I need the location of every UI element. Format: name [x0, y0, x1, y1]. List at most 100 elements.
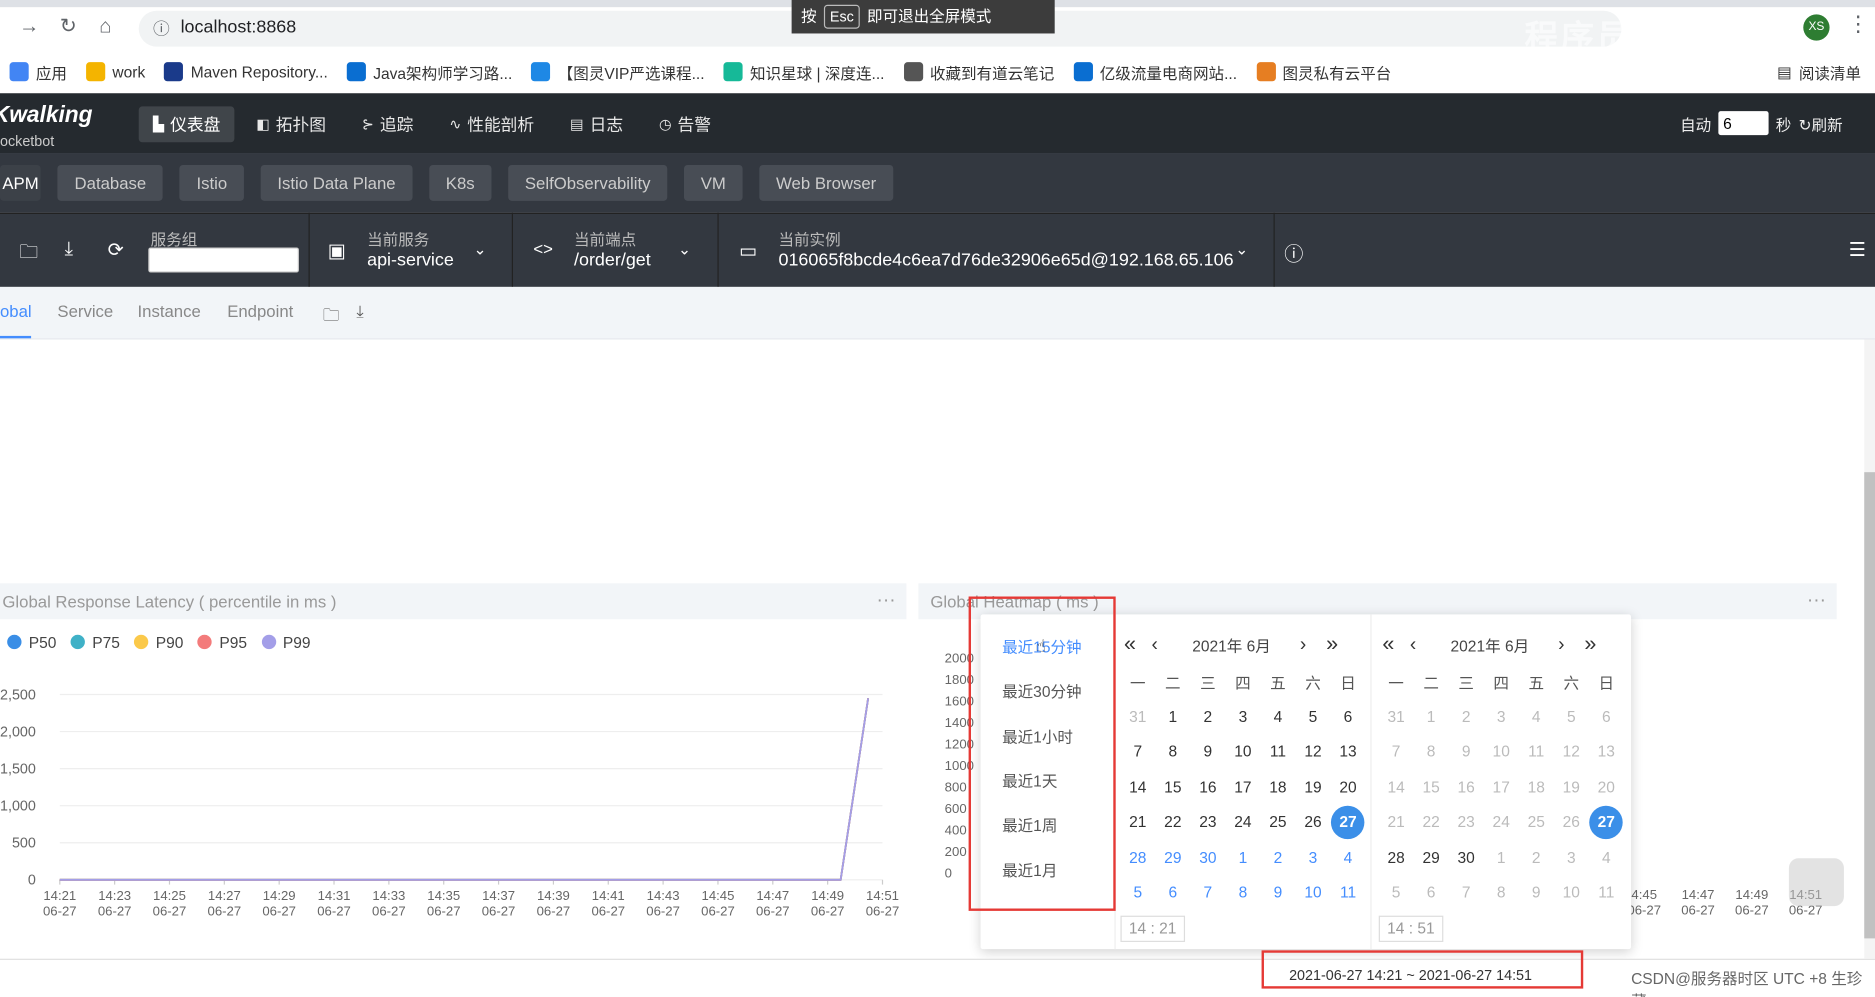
calendar-day[interactable]: 22	[1414, 805, 1449, 840]
current-endpoint-select[interactable]: 当前端点 /order/get	[574, 227, 651, 270]
info-icon[interactable]: ⓘ	[153, 17, 170, 41]
calendar-day[interactable]: 5	[1379, 875, 1414, 910]
calendar-day[interactable]: 2	[1519, 840, 1554, 875]
calendar-day[interactable]: 5	[1554, 699, 1589, 734]
refresh-button[interactable]: ↻刷新	[1799, 112, 1843, 135]
auto-interval-input[interactable]	[1718, 111, 1769, 136]
calendar-day[interactable]: 23	[1449, 805, 1484, 840]
calendar-day[interactable]: 14	[1120, 770, 1155, 805]
sync-icon[interactable]: ⟳	[108, 238, 124, 262]
layer-tab-selfobservability[interactable]: SelfObservability	[508, 164, 668, 201]
play-overlay-icon[interactable]	[1788, 858, 1844, 907]
calendar-day[interactable]: 16	[1449, 770, 1484, 805]
layer-tab-vm[interactable]: VM	[683, 164, 743, 201]
folder-icon[interactable]: 🗀	[19, 239, 38, 271]
legend-item[interactable]: P50	[7, 634, 56, 651]
layer-tab-web-browser[interactable]: Web Browser	[759, 164, 893, 201]
calendar-day[interactable]: 19	[1296, 770, 1331, 805]
calendar-day[interactable]: 8	[1484, 875, 1519, 910]
calendar-day[interactable]: 20	[1331, 770, 1366, 805]
scrollbar-thumb[interactable]	[1864, 472, 1875, 939]
calendar-day[interactable]: 3	[1226, 699, 1261, 734]
calendar-day[interactable]: 10	[1296, 875, 1331, 910]
forward-icon[interactable]: →	[19, 14, 39, 38]
calendar-day[interactable]: 11	[1261, 734, 1296, 769]
calendar-day[interactable]: 3	[1484, 699, 1519, 734]
bookmark-item[interactable]: Java架构师学习路...	[346, 60, 512, 83]
info-icon[interactable]: ⓘ	[1284, 238, 1303, 267]
calendar-day[interactable]: 17	[1484, 770, 1519, 805]
calendar-day[interactable]: 6	[1331, 699, 1366, 734]
calendar-day[interactable]: 31	[1120, 699, 1155, 734]
nav-item-trace[interactable]: ⊱ 追踪	[347, 106, 427, 142]
calendar-day[interactable]: 5	[1296, 699, 1331, 734]
next-year-icon[interactable]: »	[1326, 631, 1338, 656]
calendar-day[interactable]: 14	[1379, 770, 1414, 805]
legend-item[interactable]: P99	[261, 634, 311, 651]
calendar-day[interactable]: 11	[1589, 875, 1624, 910]
tab-instance[interactable]: Instance	[138, 301, 201, 320]
chevron-down-icon[interactable]: ⌄	[474, 240, 487, 259]
tab-service[interactable]: Service	[57, 301, 113, 320]
folder-icon[interactable]: 🗀	[323, 302, 340, 331]
calendar-day[interactable]: 24	[1484, 805, 1519, 840]
bookmark-item[interactable]: 【图灵VIP严选课程...	[531, 60, 705, 83]
url-text[interactable]: localhost:8868	[181, 17, 297, 37]
calendar-day[interactable]: 1	[1226, 840, 1261, 875]
legend-item[interactable]: P95	[197, 634, 247, 651]
calendar-day[interactable]: 18	[1261, 770, 1296, 805]
nav-item-topology[interactable]: ◧ 拓扑图	[242, 106, 340, 142]
calendar-day[interactable]: 7	[1449, 875, 1484, 910]
calendar-day[interactable]: 6	[1155, 875, 1190, 910]
calendar-day[interactable]: 29	[1414, 840, 1449, 875]
nav-item-dashboard[interactable]: ▙ 仪表盘	[138, 106, 235, 143]
bookmark-item[interactable]: 收藏到有道云笔记	[903, 60, 1054, 83]
calendar-day[interactable]: 29	[1155, 840, 1190, 875]
reload-icon[interactable]: ↻	[60, 14, 77, 38]
reading-list[interactable]: ▤ 阅读清单	[1777, 61, 1861, 84]
calendar-day[interactable]: 13	[1589, 734, 1624, 769]
tab-endpoint[interactable]: Endpoint	[227, 301, 293, 320]
service-group-input[interactable]	[148, 247, 299, 273]
calendar-day[interactable]: 26	[1554, 805, 1589, 840]
download-icon[interactable]: ⤓	[65, 239, 73, 261]
calendar-day[interactable]: 9	[1261, 875, 1296, 910]
prev-month-icon[interactable]: ‹	[1152, 635, 1158, 657]
calendar-day[interactable]: 30	[1449, 840, 1484, 875]
calendar-day[interactable]: 19	[1554, 770, 1589, 805]
calendar-day[interactable]: 10	[1226, 734, 1261, 769]
calendar-day[interactable]: 10	[1484, 734, 1519, 769]
calendar-day[interactable]: 15	[1414, 770, 1449, 805]
calendar-day[interactable]: 7	[1379, 734, 1414, 769]
prev-year-icon[interactable]: «	[1382, 631, 1394, 656]
calendar-day[interactable]: 23	[1191, 805, 1226, 840]
calendar-day[interactable]: 27	[1331, 805, 1366, 840]
calendar-day[interactable]: 1	[1484, 840, 1519, 875]
next-year-icon[interactable]: »	[1584, 631, 1596, 656]
calendar-day[interactable]: 4	[1331, 840, 1366, 875]
layer-tab-database[interactable]: Database	[57, 164, 163, 201]
calendar-day[interactable]: 4	[1261, 699, 1296, 734]
more-icon[interactable]: ···	[877, 591, 896, 613]
layer-tab-apm[interactable]: APM	[0, 164, 42, 201]
calendar-day[interactable]: 3	[1296, 840, 1331, 875]
calendar-day[interactable]: 24	[1226, 805, 1261, 840]
layer-tab-istio-data-plane[interactable]: Istio Data Plane	[260, 164, 413, 201]
legend-item[interactable]: P90	[134, 634, 183, 651]
home-icon[interactable]: ⌂	[99, 14, 111, 38]
panel-toggle-icon[interactable]: ☰	[1849, 238, 1866, 262]
calendar-day[interactable]: 26	[1296, 805, 1331, 840]
bookmark-item[interactable]: 图灵私有云平台	[1256, 60, 1391, 83]
calendar-day[interactable]: 2	[1261, 840, 1296, 875]
calendar-day[interactable]: 8	[1226, 875, 1261, 910]
calendar-day[interactable]: 25	[1261, 805, 1296, 840]
current-instance-select[interactable]: 当前实例 016065f8bcde4c6ea7d76de32906e65d@19…	[778, 227, 1233, 270]
calendar-day[interactable]: 8	[1414, 734, 1449, 769]
calendar-day[interactable]: 21	[1379, 805, 1414, 840]
bookmark-item[interactable]: 亿级流量电商网站...	[1073, 60, 1237, 83]
chevron-down-icon[interactable]: ⌄	[678, 240, 691, 259]
calendar-day[interactable]: 10	[1554, 875, 1589, 910]
calendar-day[interactable]: 25	[1519, 805, 1554, 840]
chevron-down-icon[interactable]: ⌄	[1235, 240, 1248, 259]
calendar-day[interactable]: 7	[1191, 875, 1226, 910]
